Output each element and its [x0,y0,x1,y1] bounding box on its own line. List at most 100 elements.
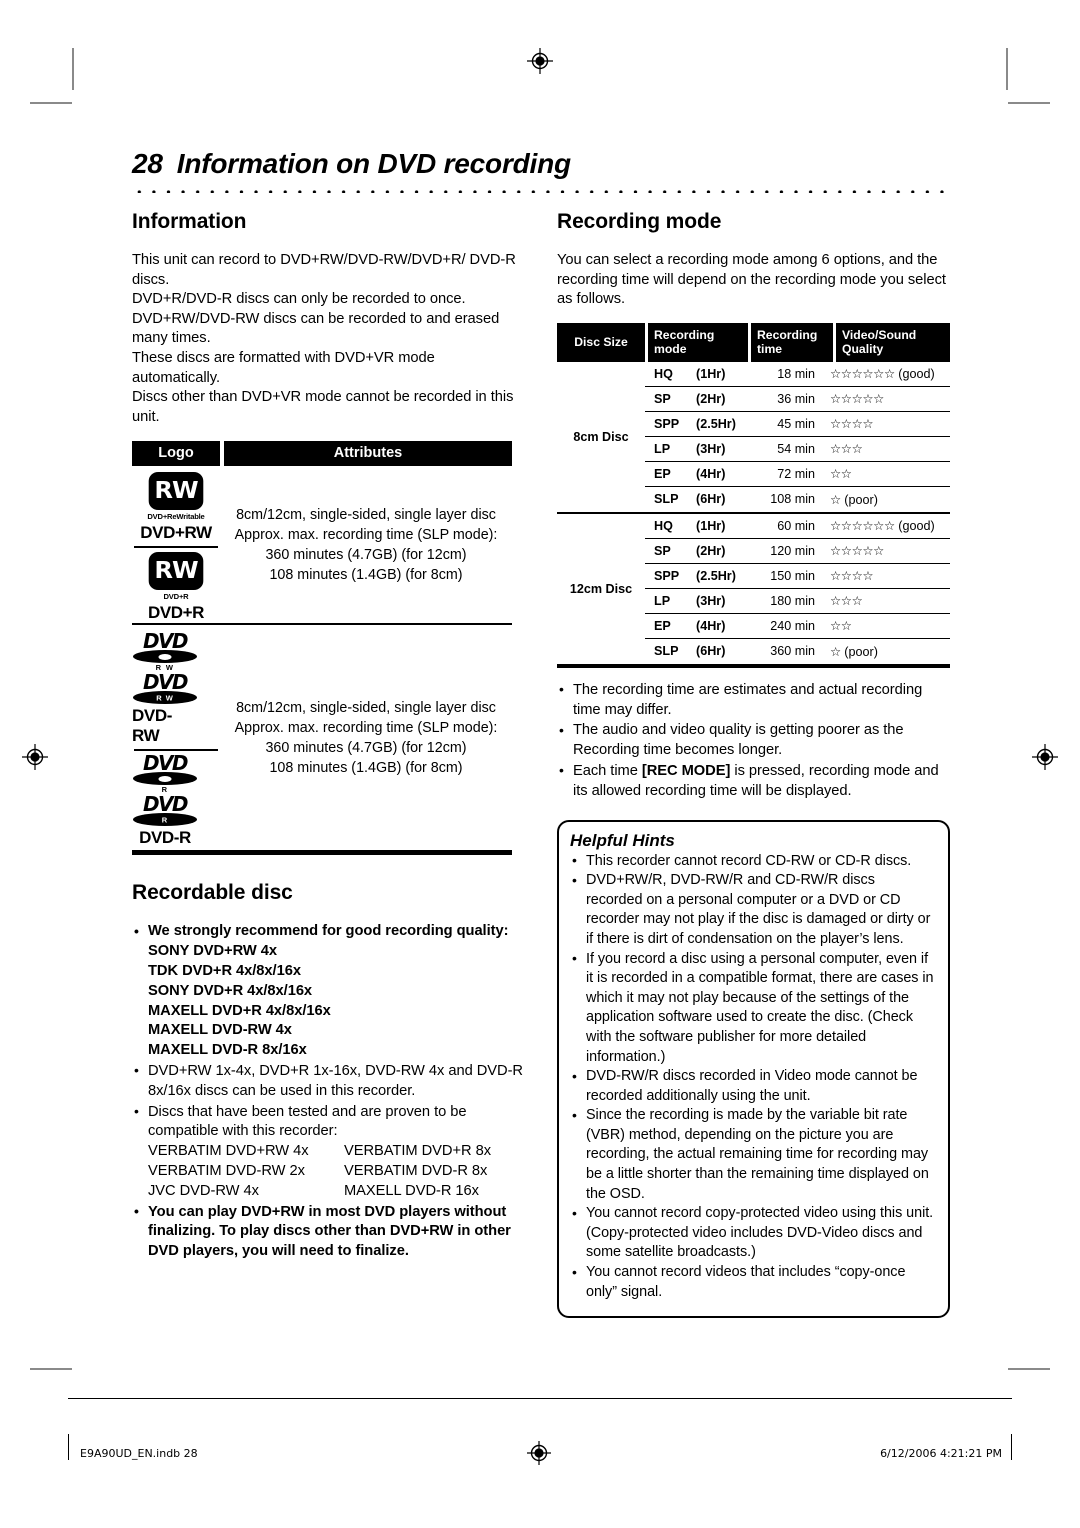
disc-size-label: 8cm Disc [573,429,629,444]
mode-name: LP [654,593,671,608]
cell-quality: ☆☆☆☆ [824,416,950,431]
recording-mode-table-bottom-rule [557,663,950,668]
cell-quality: ☆☆☆☆☆ [824,391,950,406]
cell-quality: ☆☆☆☆ [824,568,950,583]
recordable-disc-bullets: We strongly recommend for good recording… [132,922,525,1262]
table-row: SP (2Hr) 120 min ☆☆☆☆☆ [645,539,950,564]
cell-quality: ☆☆☆ [824,441,950,456]
crop-mark-left-top [30,102,72,104]
recordable-disc-heading: Recordable disc [132,881,293,905]
document-page: 28 Information on DVD recording Informati… [0,0,1080,1528]
mode-name: SPP [654,416,680,431]
mode-hours: (3Hr) [696,441,726,456]
cell-quality: ☆☆ [824,618,950,633]
dvd-r-logo-icon: DVD R DVD-R [132,794,198,848]
logo-cell: DVD R W DVD R W DVD-RW DVD R DVD R DVD-R [132,625,220,850]
mode-hours: (3Hr) [696,593,726,608]
hint-item: You cannot record videos that includes “… [570,1263,935,1302]
compatible-disc: VERBATIM DVD+RW 4x [148,1143,309,1160]
footer-timestamp: 6/12/2006 4:21:21 PM [880,1446,1002,1460]
quality-label: (good) [894,367,935,382]
cell-recording-time: 180 min [770,593,815,608]
helpful-hints-box: Helpful Hints This recorder cannot recor… [557,819,950,1319]
mode-name: EP [654,618,671,633]
rw-badge-icon: RW [148,552,204,591]
mode-name: SPP [654,568,680,583]
attributes-column-header: Attributes [224,441,512,467]
col-header-recording-mode: Recording mode [648,322,748,362]
page-title: 28 Information on DVD recording [132,148,950,180]
star-rating-icon: ☆☆☆ [830,442,863,457]
information-line: These discs are formatted with DVD+VR mo… [132,349,435,386]
cell-recording-time: 54 min [777,441,815,456]
compatible-disc-row: VERBATIM DVD+RW 4x VERBATIM DVD+R 8x [148,1142,525,1162]
cell-recording-mode: EP (4Hr) [645,619,745,633]
cell-recording-time: 120 min [770,543,815,558]
list-item-text: You can play DVD+RW in most DVD players … [148,1203,511,1260]
cell-recording-mode: SPP (2.5Hr) [645,417,745,431]
mode-name: HQ [654,518,673,533]
table-row: SPP (2.5Hr) 150 min ☆☆☆☆ [645,564,950,589]
cell-recording-mode: SPP (2.5Hr) [645,569,745,583]
mode-hours: (4Hr) [696,466,726,481]
cell-recording-mode: SLP (6Hr) [645,492,745,506]
disc-ellipse-icon [133,772,197,786]
compatible-disc: MAXELL DVD-R 16x [344,1182,479,1199]
mode-hours: (6Hr) [696,644,726,659]
footer-tick-left [68,1434,69,1460]
rw-badge-sublabel: DVD+R [163,592,189,602]
list-item-text: Discs that have been tested and are prov… [148,1103,467,1140]
mode-hours: (4Hr) [696,618,726,633]
logo-attributes-table: Logo Attributes RW DVD+ReWritable DVD+RW [132,441,512,856]
recording-mode-notes: The recording time are estimates and act… [557,680,950,802]
list-item: The audio and video quality is getting p… [557,721,950,761]
star-rating-icon: ☆☆ [830,619,852,634]
list-item: You can play DVD+RW in most DVD players … [132,1202,525,1262]
recommended-disc: MAXELL DVD+R 4x/8x/16x [148,1002,331,1019]
helpful-hints-title: Helpful Hints [570,830,675,850]
compatible-disc: VERBATIM DVD-R 8x [344,1162,488,1179]
logo-table-row: RW DVD+ReWritable DVD+RW RW DVD+R DVD+R [132,466,512,623]
helpful-hints-list: This recorder cannot record CD-RW or CD-… [570,851,935,1303]
registration-mark-footer [526,1441,551,1465]
registration-mark-right [1032,744,1058,770]
rw-badge-sublabel: DVD+ReWritable [147,512,205,522]
rec-mode-button-reference: [REC MODE] [641,762,731,779]
cell-recording-mode: HQ (1Hr) [645,367,745,381]
star-rating-icon: ☆☆☆☆☆☆ [830,367,895,382]
star-rating-icon: ☆☆☆ [830,594,863,609]
table-row: SLP (6Hr) 360 min ☆ (poor) [645,639,950,664]
mode-name: SP [654,543,671,558]
mode-name: SLP [654,492,679,507]
cell-recording-mode: LP (3Hr) [645,594,745,608]
crop-mark-right-top [1008,102,1050,104]
quality-label: (poor) [840,492,878,507]
col-header-disc-size: Disc Size [557,322,645,362]
cell-recording-time: 150 min [770,568,815,583]
list-item: Each time [REC MODE] is pressed, recordi… [557,761,950,802]
dvd-plus-r-logo-icon: RW DVD+R DVD+R [132,552,220,623]
dvd-wordmark: DVD [143,670,188,695]
mode-hours: (2.5Hr) [696,568,736,583]
cell-recording-time: 108 min [770,492,815,507]
compatible-disc: VERBATIM DVD-RW 2x [148,1162,305,1179]
recording-mode-table-header: Disc Size Recording mode Recording time … [557,322,950,362]
star-rating-icon: ☆ [830,492,841,507]
dvd-r-label: DVD-R [139,828,191,848]
rw-badge-icon: RW [148,472,204,511]
dvd-r-disc-logo-icon: DVD R [132,753,198,794]
footer-file-name: E9A90UD_EN.indb 28 [80,1446,198,1460]
information-line: DVD+RW/DVD-RW discs can be recorded to a… [132,310,500,347]
attribute-line: 360 minutes (4.7GB) (for 12cm) [265,739,467,756]
crop-mark-left-bottom [30,1368,72,1370]
cell-recording-time: 18 min [777,366,815,381]
attribute-line: 108 minutes (1.4GB) (for 8cm) [269,759,463,776]
print-footer: E9A90UD_EN.indb 28 6/12/2006 4:21:21 PM [68,1434,1012,1466]
table-row: LP (3Hr) 180 min ☆☆☆ [645,589,950,614]
registration-mark-top [527,48,553,74]
cell-recording-mode: SLP (6Hr) [645,644,745,658]
cell-recording-time: 72 min [777,466,815,481]
cell-quality: ☆☆☆☆☆ [824,543,950,558]
mode-hours: (2Hr) [696,391,726,406]
rw-badge-text: RW [154,558,198,585]
